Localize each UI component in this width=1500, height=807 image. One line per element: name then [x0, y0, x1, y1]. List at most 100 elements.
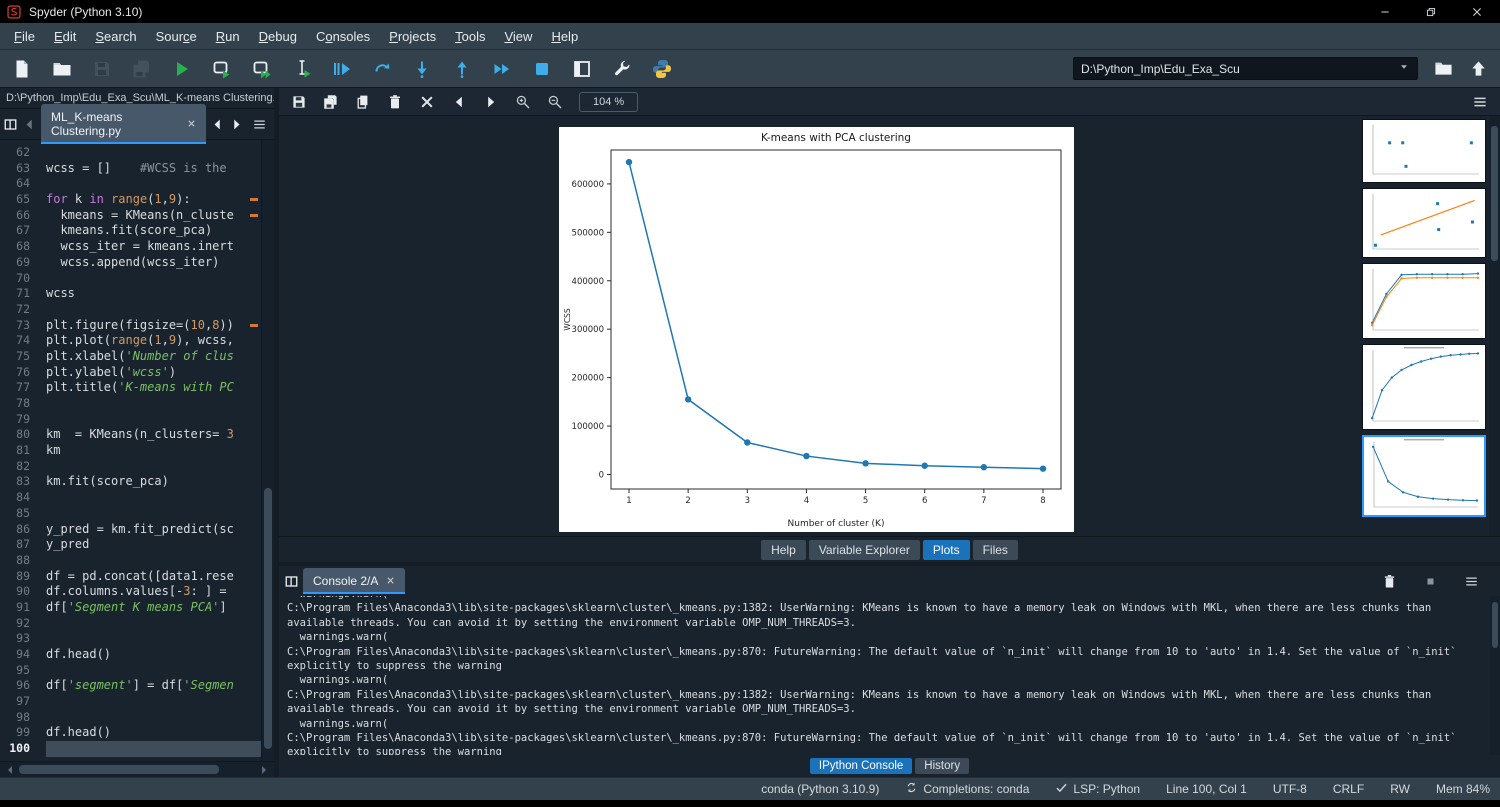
remove-console-button[interactable] — [1382, 574, 1397, 589]
save-all-button[interactable] — [132, 59, 152, 79]
previous-plot-button[interactable] — [451, 94, 467, 110]
code-line: 73plt.figure(figsize=(10,8)) — [0, 318, 274, 334]
editor-vertical-scrollbar[interactable] — [261, 140, 274, 761]
editor-horizontal-scrollbar[interactable] — [0, 761, 274, 777]
line-number: 67 — [0, 223, 46, 239]
maximize-pane-button[interactable] — [572, 59, 592, 79]
code-text — [46, 459, 274, 475]
menu-item-file[interactable]: File — [5, 26, 44, 47]
save-all-plots-button[interactable] — [323, 94, 339, 110]
menu-item-run[interactable]: Run — [207, 26, 249, 47]
svg-text:5: 5 — [863, 496, 868, 506]
plot-thumbnail-1[interactable] — [1362, 119, 1486, 183]
next-plot-button[interactable] — [483, 94, 499, 110]
code-line: 64 — [0, 176, 274, 192]
python-path-manager-button[interactable] — [652, 59, 672, 79]
next-tab-button[interactable] — [229, 117, 244, 132]
scrollbar-thumb[interactable] — [1492, 602, 1498, 648]
stop-debugging-button[interactable] — [532, 59, 552, 79]
menu-item-source[interactable]: Source — [147, 26, 206, 47]
run-cell-button[interactable] — [212, 59, 232, 79]
working-directory-combobox[interactable]: D:\Python_Imp\Edu_Exa_Scu — [1073, 57, 1418, 80]
editor-tab[interactable]: ML_K-means Clustering.py — [41, 104, 206, 144]
menu-item-tools[interactable]: Tools — [446, 26, 494, 47]
save-plot-button[interactable] — [291, 94, 307, 110]
scrollbar-thumb[interactable] — [1491, 126, 1498, 261]
continue-execution-button[interactable] — [492, 59, 512, 79]
preferences-button[interactable] — [612, 59, 632, 79]
browse-working-directory-button[interactable] — [1434, 59, 1453, 78]
step-into-button[interactable] — [412, 59, 432, 79]
menu-item-search[interactable]: Search — [86, 26, 145, 47]
menu-item-debug[interactable]: Debug — [250, 26, 306, 47]
line-number: 63 — [0, 161, 46, 177]
remove-all-plots-button[interactable] — [419, 94, 435, 110]
plot-thumbnail-2[interactable] — [1362, 188, 1486, 258]
previous-tab-button[interactable] — [210, 117, 225, 132]
code-text — [46, 176, 274, 192]
zoom-in-button[interactable] — [515, 94, 531, 110]
svg-text:WCSS: WCSS — [563, 308, 572, 330]
plot-thumbnail-4[interactable] — [1362, 344, 1486, 430]
code-line: 96df['segment'] = df['Segmen — [0, 678, 274, 694]
open-file-button[interactable] — [52, 59, 72, 79]
zoom-out-button[interactable] — [547, 94, 563, 110]
copy-plot-button[interactable] — [355, 94, 371, 110]
console-scrollbar[interactable] — [1490, 596, 1500, 755]
plot-zoom-level[interactable]: 104 % — [579, 92, 638, 112]
console-tab[interactable]: Console 2/A — [303, 568, 405, 594]
parent-directory-button[interactable] — [1469, 59, 1488, 78]
step-return-button[interactable] — [452, 59, 472, 79]
close-button[interactable] — [1454, 0, 1500, 23]
scrollbar-thumb[interactable] — [264, 488, 272, 749]
browse-console-tabs-button[interactable] — [284, 574, 299, 589]
execute-last-cell-button[interactable] — [372, 59, 392, 79]
menu-item-consoles[interactable]: Consoles — [307, 26, 379, 47]
plots-options-menu-button[interactable] — [1472, 94, 1488, 110]
chevron-down-icon[interactable] — [1398, 61, 1410, 76]
scroll-tabs-left-icon[interactable] — [22, 117, 37, 132]
run-selection-button[interactable] — [292, 59, 312, 79]
console-options-menu-button[interactable] — [1464, 574, 1479, 589]
run-file-button[interactable] — [172, 59, 192, 79]
code-text: for k in range(1,9): — [46, 192, 274, 208]
plot-thumbnail-5[interactable] — [1362, 435, 1486, 517]
interrupt-kernel-button[interactable] — [1423, 574, 1438, 589]
scroll-right-arrow-icon[interactable] — [262, 766, 270, 774]
console-bottom-tabbar: IPython ConsoleHistory — [279, 755, 1500, 777]
tab-ipython-console[interactable]: IPython Console — [810, 758, 912, 774]
menu-item-projects[interactable]: Projects — [380, 26, 445, 47]
tab-history[interactable]: History — [915, 758, 969, 774]
console-output[interactable]: warnings.warn(C:\Program Files\Anaconda3… — [279, 596, 1500, 755]
tab-help[interactable]: Help — [761, 540, 806, 560]
scrollbar-thumb[interactable] — [19, 765, 219, 774]
tab-variable-explorer[interactable]: Variable Explorer — [809, 540, 920, 560]
plots-display-area: 0100000200000300000400000500000600000123… — [279, 116, 1500, 536]
run-cell-and-advance-button[interactable] — [252, 59, 272, 79]
save-button[interactable] — [92, 59, 112, 79]
status-completions: Completions: conda — [905, 781, 1029, 797]
svg-text:4: 4 — [804, 496, 809, 506]
menu-item-edit[interactable]: Edit — [45, 26, 85, 47]
remove-plot-button[interactable] — [387, 94, 403, 110]
menu-item-help[interactable]: Help — [542, 26, 587, 47]
tab-files[interactable]: Files — [973, 540, 1018, 560]
code-editor[interactable]: 6263wcss = [] #WCSS is the6465for k in r… — [0, 140, 274, 761]
code-line: 76plt.ylabel('wcss') — [0, 365, 274, 381]
minimize-button[interactable] — [1362, 0, 1408, 23]
debug-file-button[interactable] — [332, 59, 352, 79]
thumbnails-scrollbar[interactable] — [1489, 116, 1500, 536]
code-text: y_pred = km.fit_predict(sc — [46, 522, 274, 538]
editor-options-menu-button[interactable] — [252, 117, 267, 132]
code-line: 94df.head() — [0, 647, 274, 663]
browse-tabs-button[interactable] — [3, 117, 18, 132]
scroll-left-arrow-icon[interactable] — [4, 766, 12, 774]
close-tab-icon[interactable] — [187, 117, 196, 131]
plot-figure: 0100000200000300000400000500000600000123… — [559, 127, 1074, 532]
new-file-button[interactable] — [12, 59, 32, 79]
plot-thumbnail-3[interactable] — [1362, 263, 1486, 339]
restore-button[interactable] — [1408, 0, 1454, 23]
close-console-tab-icon[interactable] — [386, 574, 395, 588]
tab-plots[interactable]: Plots — [923, 540, 970, 560]
menu-item-view[interactable]: View — [495, 26, 541, 47]
